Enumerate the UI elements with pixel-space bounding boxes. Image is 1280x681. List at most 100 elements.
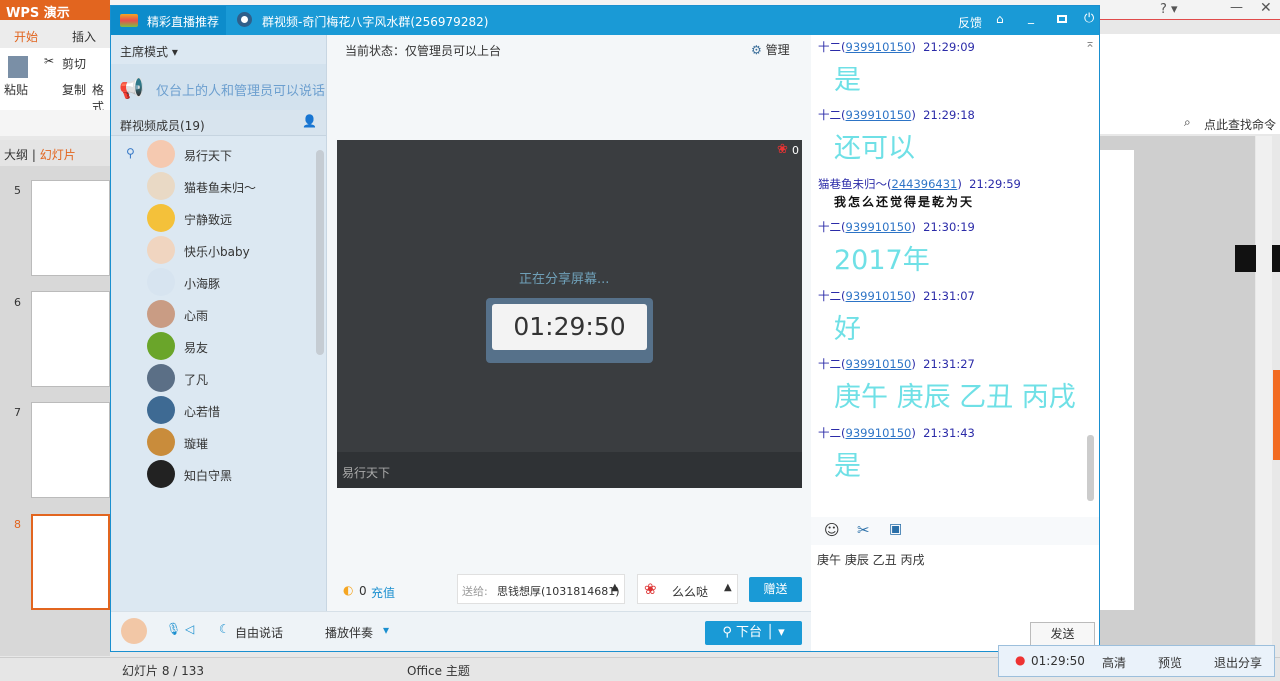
sender-qq-link[interactable]: 939910150 [846, 220, 912, 234]
speak-notice: 📢 仅台上的人和管理员可以说话 [111, 64, 326, 110]
coin-icon: ◐ [343, 583, 354, 597]
slide-thumbnail[interactable] [31, 402, 110, 498]
accompany-button[interactable]: 播放伴奏 [325, 624, 373, 641]
gift-select[interactable]: ❀ 么么哒 ▲ [637, 574, 738, 604]
minimize-icon[interactable]: _ [1028, 10, 1034, 24]
hd-button[interactable]: 高清 [1102, 654, 1126, 671]
preview-button[interactable]: 预览 [1158, 654, 1182, 671]
slide-canvas[interactable] [1100, 150, 1134, 610]
member-item[interactable]: 快乐小baby [111, 235, 311, 267]
paste-button[interactable]: 粘贴 [4, 81, 28, 98]
slide-thumbnail-selected[interactable] [31, 514, 110, 610]
member-item[interactable]: 璇璀 [111, 427, 311, 459]
chat-message-text: 还可以 [834, 133, 915, 164]
member-scrollbar[interactable] [316, 150, 324, 355]
tab-insert[interactable]: 插入 [72, 28, 96, 45]
chat-scrollbar[interactable] [1087, 435, 1094, 501]
view-tabs: 大纲 | 幻灯片 [0, 140, 110, 166]
wps-app-title[interactable]: WPS 演示 [0, 0, 110, 21]
image-icon[interactable]: ▣ [889, 521, 902, 537]
feedback-button[interactable]: 反馈 [958, 14, 982, 31]
sender-qq-link[interactable]: 244396431 [892, 177, 958, 191]
member-item[interactable]: ⚲ 易行天下 [111, 139, 311, 171]
microphone-icon[interactable]: 🎙 [166, 622, 181, 636]
screenshot-icon[interactable]: ✂ [857, 521, 870, 539]
member-item[interactable]: 猫巷鱼未归～ [111, 171, 311, 203]
slide-thumbnail[interactable] [31, 291, 110, 387]
side-tab[interactable] [1273, 370, 1280, 460]
skin-icon[interactable]: ⌂ [996, 12, 1004, 26]
recipient-select[interactable]: 送给: 思钱想厚(1031814681) ▲ [457, 574, 625, 604]
member-item[interactable]: 心雨 [111, 299, 311, 331]
member-item[interactable]: 了凡 [111, 363, 311, 395]
shared-screen[interactable]: ❀ 0 正在分享屏幕... 01:29:50 易行天下 [337, 140, 802, 488]
power-icon[interactable]: ⏻ [1084, 11, 1094, 26]
sender-qq-link[interactable]: 939910150 [846, 357, 912, 371]
member-item[interactable]: 小海豚 [111, 267, 311, 299]
search-icon: ⌕ [1184, 115, 1191, 129]
free-talk-button[interactable]: 自由说话 [235, 624, 283, 641]
tab-home[interactable]: 开始 [14, 28, 38, 45]
sender-name[interactable]: 十二 [818, 426, 841, 440]
video-panel: 当前状态：仅管理员可以上台 ⚙ 管理 ❀ 0 正在分享屏幕... 01:29:5… [327, 35, 811, 611]
sender-name[interactable]: 猫巷鱼未归～ [818, 177, 887, 191]
give-gift-button[interactable]: 赠送 [749, 577, 802, 602]
webcam-icon [237, 12, 252, 27]
theme-name: Office 主题 [407, 664, 470, 678]
sender-qq-link[interactable]: 939910150 [846, 426, 912, 440]
coin-count: 0 [359, 584, 367, 598]
leave-stage-button[interactable]: ⚲ 下台 │ ▾ [705, 621, 802, 645]
member-item[interactable]: 心若惜 [111, 395, 311, 427]
maximize-icon[interactable] [1057, 15, 1067, 23]
members-count: 群视频成员(19) [120, 119, 205, 133]
emoji-icon[interactable]: ☺ [824, 521, 840, 539]
avatar [147, 300, 175, 328]
outline-tab[interactable]: 大纲 [4, 148, 28, 162]
chat-log: 十二(939910150) 21:29:09 是十二(939910150) 21:… [811, 35, 1099, 515]
minimize-icon[interactable]: — [1230, 0, 1243, 15]
speaker-icon[interactable]: ◁ [185, 622, 194, 636]
slide-number: 6 [14, 296, 21, 309]
help-icon[interactable]: ? ▾ [1160, 2, 1178, 17]
collapse-icon[interactable]: ⌅ [1085, 36, 1095, 50]
member-item[interactable]: 易友 [111, 331, 311, 363]
member-name: 璇璀 [184, 437, 209, 451]
paste-icon[interactable] [8, 56, 28, 78]
manage-button[interactable]: ⚙ 管理 [751, 41, 790, 58]
send-button[interactable]: 发送 [1030, 622, 1095, 647]
search-command[interactable]: 点此查找命令 [1204, 116, 1276, 133]
sender-name[interactable]: 十二 [818, 40, 841, 54]
mode-dropdown[interactable]: 主席模式 ▾ [120, 43, 178, 60]
slide-thumbnail[interactable] [31, 180, 110, 276]
message-time: 21:31:43 [923, 426, 975, 440]
slides-tab[interactable]: 幻灯片 [40, 148, 76, 162]
copy-button[interactable]: 复制 [62, 81, 86, 98]
sender-name[interactable]: 十二 [818, 220, 841, 234]
member-item[interactable]: 宁静致远 [111, 203, 311, 235]
stage-status: 当前状态：仅管理员可以上台 [345, 44, 502, 58]
recipient-value: 思钱想厚(1031814681) [497, 585, 620, 598]
avatar [147, 204, 175, 232]
sender-name[interactable]: 十二 [818, 357, 841, 371]
ribbon-right: ⌕ 点此查找命令 [1100, 34, 1280, 134]
sender-qq-link[interactable]: 939910150 [846, 108, 912, 122]
sender-qq-link[interactable]: 939910150 [846, 40, 912, 54]
sender-qq-link[interactable]: 939910150 [846, 289, 912, 303]
tab-live-recommend[interactable]: 精彩直播推荐 [111, 6, 226, 35]
member-item[interactable]: 知白守黑 [111, 459, 311, 491]
tab-group-video[interactable]: 群视频-奇门梅花八字风水群(256979282) [226, 6, 491, 35]
chevron-down-icon[interactable]: ▾ [383, 623, 389, 637]
member-name: 心雨 [184, 309, 209, 323]
screen-share-bar: ● 01:29:50 高清 预览 退出分享 [998, 645, 1275, 677]
my-avatar[interactable] [121, 618, 147, 644]
avatar [147, 140, 175, 168]
add-member-icon[interactable]: 👤 [302, 114, 317, 128]
sender-name[interactable]: 十二 [818, 289, 841, 303]
cut-button[interactable]: 剪切 [62, 55, 86, 72]
sender-name[interactable]: 十二 [818, 108, 841, 122]
close-icon[interactable]: ✕ [1260, 0, 1272, 16]
scrollbar[interactable] [1256, 136, 1272, 656]
exit-share-button[interactable]: 退出分享 [1214, 654, 1262, 671]
message-input[interactable]: 庚午 庚辰 乙丑 丙戌 [817, 551, 924, 568]
recharge-link[interactable]: 充值 [371, 584, 395, 601]
